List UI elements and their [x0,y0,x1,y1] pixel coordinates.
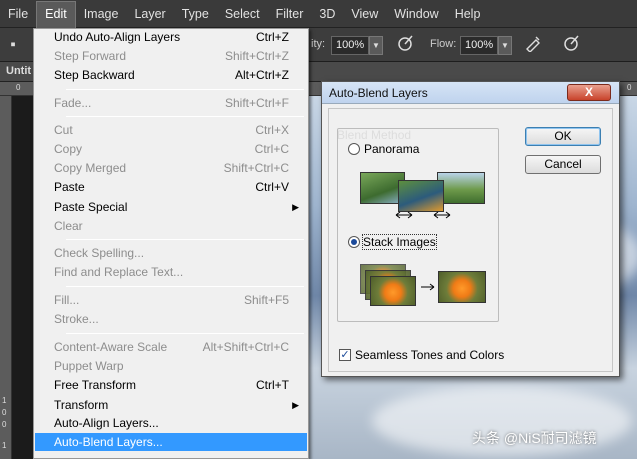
opacity-field[interactable]: 100% [331,36,369,55]
panorama-arrows-icon [395,211,451,219]
edit-menu: Undo Auto-Align Layers Ctrl+Z Step Forwar… [33,28,309,459]
ok-button[interactable]: OK [525,127,601,146]
cancel-button[interactable]: Cancel [525,155,601,174]
ruler-left: 1 0 0 1 [0,96,12,459]
menu-edit[interactable]: Edit [36,0,76,28]
menu-item-transform[interactable]: Transform ▶ [35,396,307,414]
airbrush-icon[interactable] [522,34,544,56]
menu-item-find-replace[interactable]: Find and Replace Text... [35,263,307,281]
menu-item-fill[interactable]: Fill... Shift+F5 [35,291,307,309]
menu-item-fade[interactable]: Fade... Shift+Ctrl+F [35,94,307,112]
menu-item-cut[interactable]: Cut Ctrl+X [35,121,307,139]
menu-separator [66,89,304,90]
panorama-radio[interactable] [348,143,360,155]
menu-separator [66,333,304,334]
dialog-title: Auto-Blend Layers [329,86,428,100]
stack-thumb-front [370,276,416,306]
menu-item-copy-merged[interactable]: Copy Merged Shift+Ctrl+C [35,159,307,177]
ruler-left-mark: 1 [2,441,7,450]
menu-item-puppet-warp[interactable]: Puppet Warp [35,357,307,375]
seamless-checkbox[interactable]: ✓ [339,349,351,361]
stack-images-label[interactable]: Stack Images [362,234,437,250]
menu-window[interactable]: Window [386,0,446,28]
menu-3d[interactable]: 3D [311,0,343,28]
opacity-dropdown[interactable]: ▼ [369,36,383,55]
menu-separator [66,286,304,287]
seamless-label[interactable]: Seamless Tones and Colors [355,348,504,362]
ruler-top-mark: 0 [627,83,632,92]
menu-item-undo[interactable]: Undo Auto-Align Layers Ctrl+Z [35,28,307,46]
flow-field[interactable]: 100% [460,36,498,55]
stack-result-thumb [438,271,486,303]
menu-file[interactable]: File [0,0,36,28]
document-title: Untit [6,65,32,77]
menu-item-copy[interactable]: Copy Ctrl+C [35,140,307,158]
watermark-text: 头条 @NiS耐司滤镜 [472,430,597,446]
menu-item-check-spelling[interactable]: Check Spelling... [35,244,307,262]
menu-separator [66,239,304,240]
flow-dropdown[interactable]: ▼ [498,36,512,55]
panorama-label[interactable]: Panorama [364,142,419,156]
menu-item-paste[interactable]: Paste Ctrl+V [35,178,307,196]
menu-item-paste-special[interactable]: Paste Special ▶ [35,198,307,216]
panorama-thumb-right [437,172,485,204]
ruler-left-mark: 0 [2,420,7,429]
ruler-top-mark: 0 [16,83,21,92]
tool-preset-icon[interactable]: ▪ [2,34,24,56]
menu-item-free-transform[interactable]: Free Transform Ctrl+T [35,376,307,394]
opacity-label: ity: [311,38,326,50]
menu-item-auto-blend-layers[interactable]: Auto-Blend Layers... [35,433,307,451]
close-button[interactable]: X [567,84,611,101]
menu-image[interactable]: Image [76,0,127,28]
menu-item-clear[interactable]: Clear [35,217,307,235]
menu-select[interactable]: Select [217,0,268,28]
menu-item-content-aware-scale[interactable]: Content-Aware Scale Alt+Shift+Ctrl+C [35,338,307,356]
submenu-arrow-icon: ▶ [292,400,299,410]
menu-item-stroke[interactable]: Stroke... [35,310,307,328]
menu-item-step-backward[interactable]: Step Backward Alt+Ctrl+Z [35,66,307,84]
pressure-opacity-icon[interactable] [394,34,416,56]
menu-layer[interactable]: Layer [126,0,173,28]
arrow-right-icon [421,283,435,291]
stack-images-radio[interactable] [348,236,360,248]
blend-method-label: Blend Method [337,128,412,142]
menu-item-auto-align-layers[interactable]: Auto-Align Layers... [35,414,307,432]
ruler-left-mark: 0 [2,408,7,417]
ruler-left-mark: 1 [2,396,7,405]
panorama-thumb-center [398,180,444,212]
menu-type[interactable]: Type [174,0,217,28]
menu-bar: File Edit Image Layer Type Select Filter… [0,0,637,28]
menu-item-step-forward[interactable]: Step Forward Shift+Ctrl+Z [35,47,307,65]
menu-filter[interactable]: Filter [268,0,312,28]
menu-separator [66,116,304,117]
pressure-size-icon[interactable] [560,34,582,56]
submenu-arrow-icon: ▶ [292,202,299,212]
menu-view[interactable]: View [343,0,386,28]
menu-help[interactable]: Help [447,0,489,28]
flow-label: Flow: [430,38,457,50]
